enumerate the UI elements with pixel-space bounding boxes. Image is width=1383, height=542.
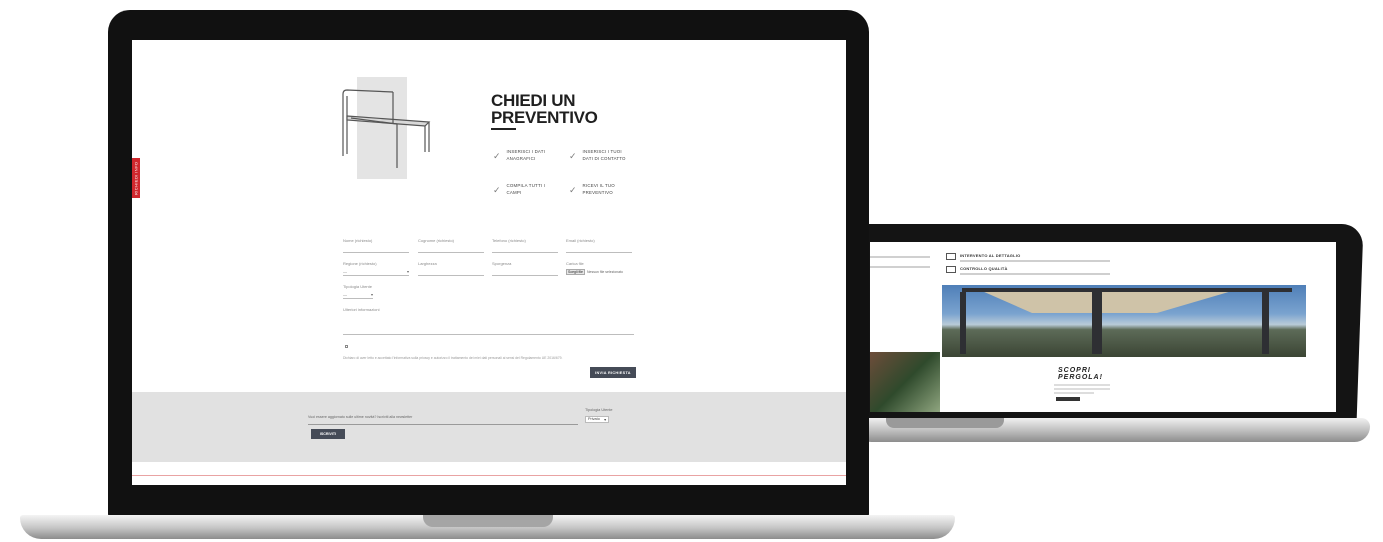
checkmark-icon: ✓ [493,151,501,161]
back-laptop-notch [886,418,1004,428]
checkmark-icon: ✓ [569,151,577,161]
newsletter-type-select[interactable]: Privato ▾ [585,416,609,423]
promo-text-line [1054,392,1094,394]
pergola-beam [962,288,1292,292]
surname-input[interactable] [418,252,484,253]
surname-label: Cognome (richiesto) [418,238,455,243]
region-field[interactable]: Regione (richiesto) — ▾ [343,261,409,276]
name-label: Nome (richiesto) [343,238,373,243]
step-label: COMPILA TUTTI I CAMPI [506,183,546,195]
promo-title-line1: SCOPRI [1058,367,1091,374]
region-label: Regione (richiesto) [343,261,377,266]
back-feature-1-title: INTERVENTO AL DETTAGLIO [960,253,1021,258]
phone-input[interactable] [492,252,558,253]
email-label: Email (richiesto) [566,238,595,243]
region-select[interactable]: — ▾ [343,269,409,276]
subscribe-button[interactable]: ISCRIVITI [311,429,345,439]
page-title-line2: PREVENTIVO [491,108,598,127]
chevron-down-icon: ▾ [604,418,606,422]
phone-label: Telefono (richiesto) [492,238,526,243]
pergola-illustration [342,89,431,168]
user-type-field[interactable]: Tipologia Utente — ▾ [343,284,373,299]
email-input[interactable] [566,252,632,253]
frame-icon [946,253,956,260]
user-type-label: Tipologia Utente [343,284,372,289]
width-input[interactable] [418,275,484,276]
width-field[interactable]: Larghezza [418,261,484,276]
page-title-line1: CHIEDI UN [491,91,576,110]
step-item: ✓ RICEVI IL TUO PREVENTIVO [569,182,631,196]
message-textarea[interactable] [343,318,634,335]
privacy-text: Dichiaro di aver letto e accettato l'inf… [343,356,563,360]
newsletter-type-label: Tipologia Utente [585,408,613,412]
privacy-checkbox[interactable] [345,345,348,348]
step-item: ✓ INSERISCI I TUOI DATI DI CONTATTO [569,148,631,162]
pergola-post [1092,288,1102,354]
depth-label: Sporgenza [492,261,512,266]
back-feature-1: INTERVENTO AL DETTAGLIO [946,253,1110,262]
back-feature-1-text [960,260,1110,262]
name-input[interactable] [343,252,409,253]
side-info-tab[interactable]: RICHIEDI INFO [132,158,140,198]
width-label: Larghezza [418,261,437,266]
promo-text-line [1054,384,1110,386]
region-value: — [343,269,347,274]
promo-text-line [1054,388,1110,390]
footer-divider [132,475,846,476]
newsletter-email-input[interactable] [308,424,578,425]
newsletter-band [132,392,846,462]
mockup-stage: INTERVENTO AL DETTAGLIO CONTROLLO QUALIT… [0,0,1383,542]
submit-button[interactable]: INVIA RICHIESTA [590,367,636,378]
promo-button[interactable] [1056,397,1080,401]
user-type-select[interactable]: — ▾ [343,292,373,299]
file-label: Carica file [566,261,584,266]
surname-field[interactable]: Cognome (richiesto) [418,238,484,253]
pergola-post [1262,290,1269,354]
file-upload[interactable]: Scegli file Nessun file selezionato [566,269,632,275]
step-label: INSERISCI I TUOI DATI DI CONTATTO [582,149,626,161]
user-type-value: — [343,292,347,297]
page-title: CHIEDI UN PREVENTIVO [491,92,598,126]
title-underline [491,128,516,130]
back-feature-2-text [960,273,1110,275]
checkmark-icon: ✓ [493,185,501,195]
phone-field[interactable]: Telefono (richiesto) [492,238,558,253]
chevron-down-icon: ▾ [370,292,373,297]
step-label: INSERISCI I DATI ANAGRAFICI [506,149,546,161]
step-item: ✓ INSERISCI I DATI ANAGRAFICI [493,148,555,162]
front-laptop-screen: RICHIEDI INFO CHIEDI UN PREVENTIVO ✓ INS… [132,40,846,485]
step-label: RICEVI IL TUO PREVENTIVO [582,183,615,195]
depth-input[interactable] [492,275,558,276]
back-feature-2-title: CONTROLLO QUALITÀ [960,266,1008,271]
message-label: Ulteriori informazioni [343,307,380,312]
file-field[interactable]: Carica file Scegli file Nessun file sele… [566,261,632,275]
back-left-text-line [870,256,930,258]
side-photo [870,352,940,412]
newsletter-type-value: Privato [588,417,600,421]
back-feature-2: CONTROLLO QUALITÀ [946,266,1110,275]
email-field[interactable]: Email (richiesto) [566,238,632,253]
promo-title: SCOPRI PERGOLA! [1058,367,1103,381]
pergola-post [960,292,966,354]
checkmark-icon: ✓ [569,185,577,195]
name-field[interactable]: Nome (richiesto) [343,238,409,253]
step-item: ✓ COMPILA TUTTI I CAMPI [493,182,555,196]
file-status: Nessun file selezionato [586,270,623,274]
promo-title-line2: PERGOLA! [1058,374,1103,381]
back-left-text-line [870,266,930,268]
choose-file-button[interactable]: Scegli file [566,269,585,275]
front-laptop-notch [423,515,553,527]
depth-field[interactable]: Sporgenza [492,261,558,276]
chevron-down-icon: ▾ [406,269,409,274]
quality-icon [946,266,956,273]
newsletter-label: Vuoi essere aggiornato sulle ultime novi… [308,415,413,419]
